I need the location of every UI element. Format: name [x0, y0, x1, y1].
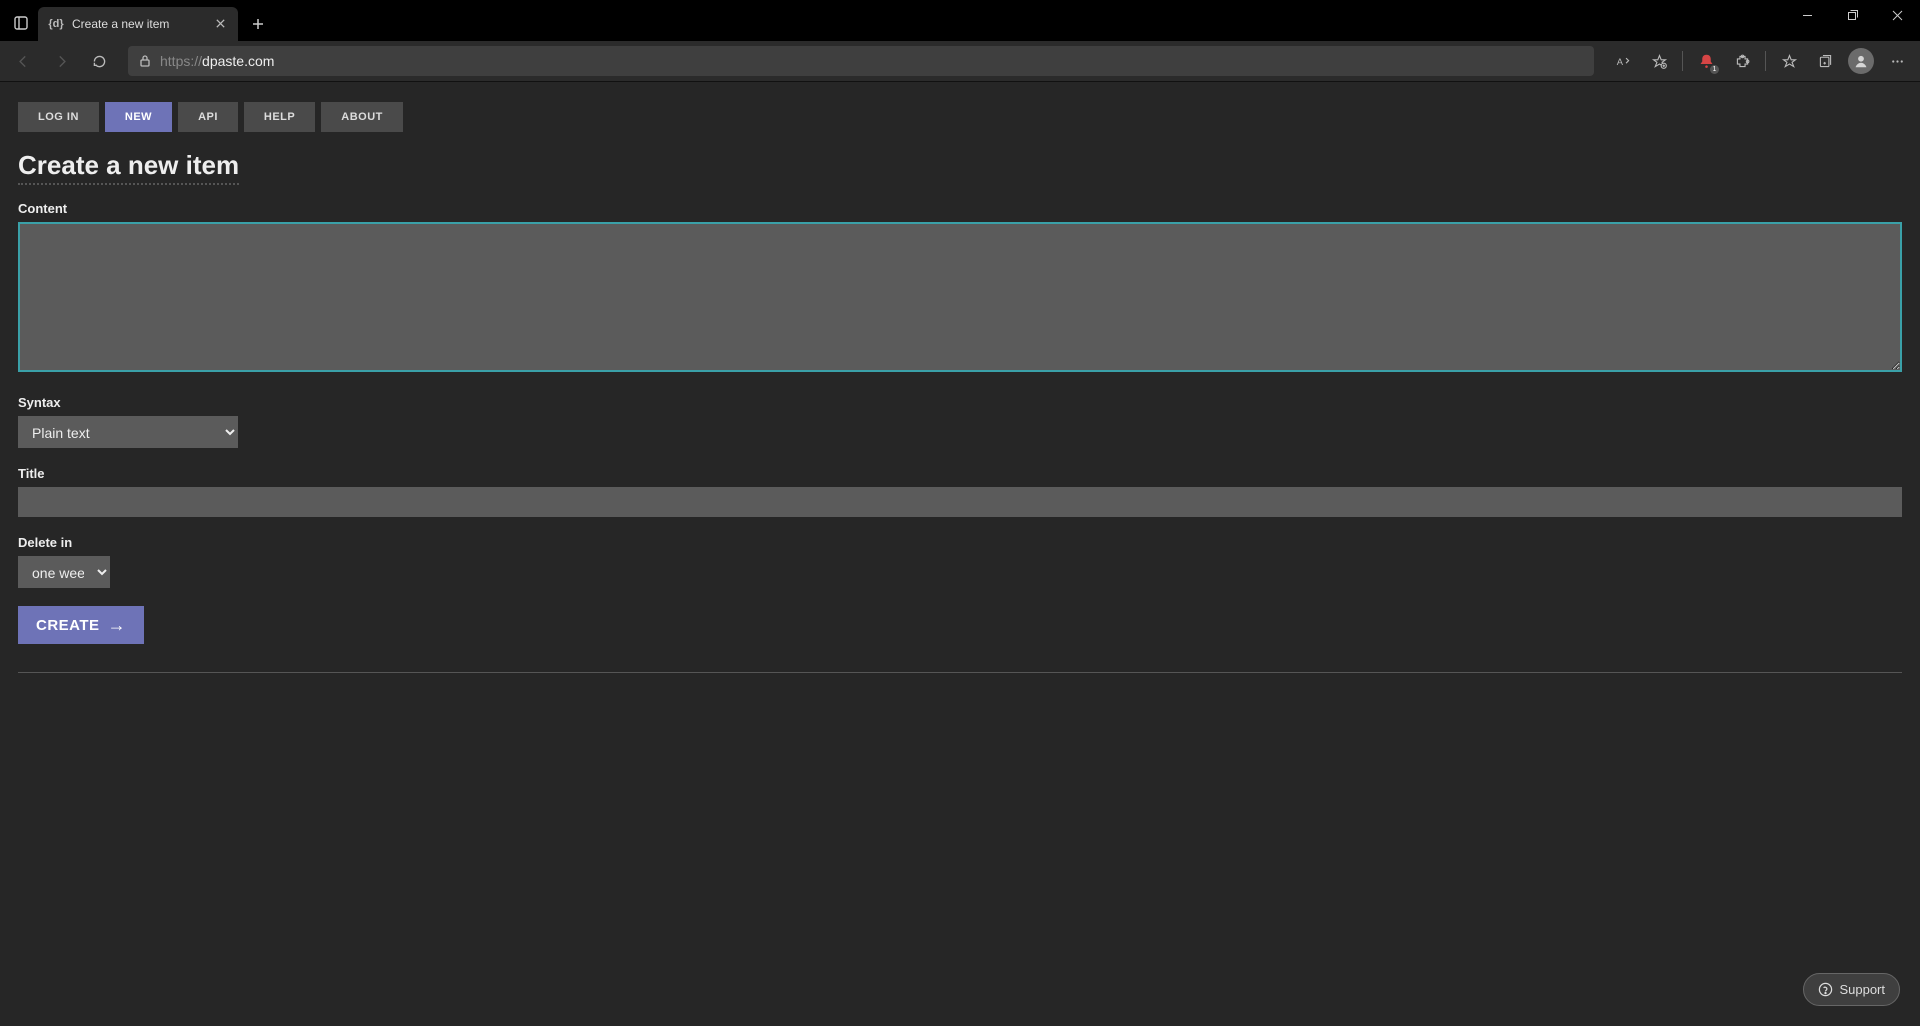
content-textarea[interactable]	[18, 222, 1902, 372]
title-input[interactable]	[18, 487, 1902, 517]
browser-titlebar: {d} Create a new item	[0, 0, 1920, 41]
nav-new[interactable]: NEW	[105, 102, 172, 132]
url-text: https://dpaste.com	[160, 53, 274, 69]
url-domain: dpaste.com	[202, 53, 274, 69]
content-field-group: Content	[18, 201, 1902, 377]
create-button[interactable]: CREATE →	[18, 606, 144, 644]
site-info-icon[interactable]	[138, 54, 152, 68]
extensions-icon[interactable]	[1725, 44, 1759, 78]
profile-button[interactable]	[1844, 44, 1878, 78]
page-title: Create a new item	[18, 150, 239, 185]
address-bar[interactable]: https://dpaste.com	[128, 46, 1594, 76]
more-menu-icon[interactable]	[1880, 44, 1914, 78]
nav-login[interactable]: LOG IN	[18, 102, 99, 132]
new-tab-button[interactable]	[244, 10, 272, 38]
site-nav: LOG IN NEW API HELP ABOUT	[18, 102, 1902, 132]
browser-tab[interactable]: {d} Create a new item	[38, 7, 238, 41]
browser-toolbar: https://dpaste.com A 1	[0, 41, 1920, 82]
tab-close-icon[interactable]	[212, 16, 228, 32]
syntax-select[interactable]: Plain text	[18, 416, 238, 448]
content-label: Content	[18, 201, 1902, 216]
toolbar-right: A 1	[1606, 44, 1914, 78]
add-favorite-icon[interactable]	[1642, 44, 1676, 78]
close-window-button[interactable]	[1875, 0, 1920, 30]
tab-favicon: {d}	[48, 16, 64, 32]
url-protocol: https://	[160, 53, 202, 69]
help-icon	[1818, 982, 1833, 997]
avatar-icon	[1848, 48, 1874, 74]
syntax-field-group: Syntax Plain text	[18, 395, 1902, 448]
svg-text:A: A	[1616, 56, 1623, 66]
create-button-label: CREATE	[36, 617, 100, 634]
arrow-right-icon: →	[108, 616, 127, 634]
nav-api[interactable]: API	[178, 102, 238, 132]
collections-icon[interactable]	[1808, 44, 1842, 78]
delete-field-group: Delete in one week	[18, 535, 1902, 588]
read-aloud-icon[interactable]: A	[1606, 44, 1640, 78]
page-viewport: LOG IN NEW API HELP ABOUT Create a new i…	[0, 82, 1920, 1026]
toolbar-separator	[1765, 51, 1766, 71]
tab-strip: {d} Create a new item	[0, 0, 272, 41]
tab-title: Create a new item	[72, 17, 204, 31]
nav-about[interactable]: ABOUT	[321, 102, 403, 132]
page-content: LOG IN NEW API HELP ABOUT Create a new i…	[0, 82, 1920, 693]
footer-rule	[18, 672, 1902, 673]
title-field-group: Title	[18, 466, 1902, 517]
alerts-icon[interactable]: 1	[1689, 44, 1723, 78]
support-widget[interactable]: Support	[1803, 973, 1900, 1006]
maximize-button[interactable]	[1830, 0, 1875, 30]
title-label: Title	[18, 466, 1902, 481]
support-label: Support	[1839, 982, 1885, 997]
back-button[interactable]	[6, 44, 40, 78]
refresh-button[interactable]	[82, 44, 116, 78]
delete-label: Delete in	[18, 535, 1902, 550]
minimize-button[interactable]	[1785, 0, 1830, 30]
alert-badge: 1	[1710, 65, 1719, 74]
tab-actions-button[interactable]	[9, 11, 33, 35]
syntax-label: Syntax	[18, 395, 1902, 410]
window-controls	[1785, 0, 1920, 30]
nav-help[interactable]: HELP	[244, 102, 315, 132]
delete-select[interactable]: one week	[18, 556, 110, 588]
favorites-icon[interactable]	[1772, 44, 1806, 78]
forward-button[interactable]	[44, 44, 78, 78]
toolbar-separator	[1682, 51, 1683, 71]
